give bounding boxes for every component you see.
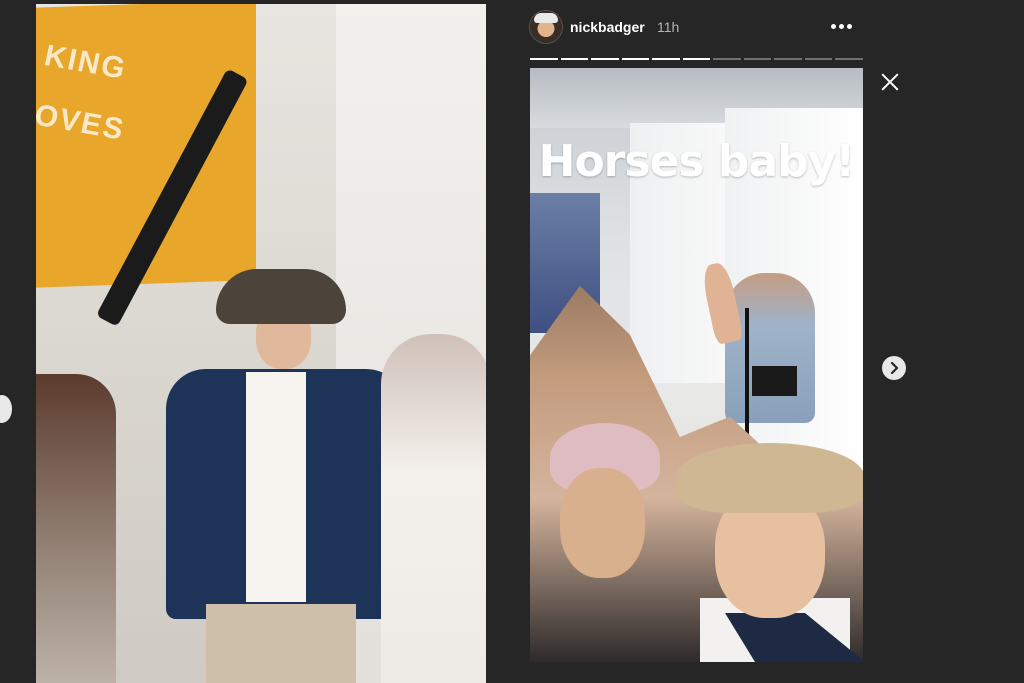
- close-icon[interactable]: [878, 70, 902, 94]
- progress-segment: [804, 58, 833, 60]
- chevron-left-icon[interactable]: [0, 395, 12, 423]
- sign-text-line1: KING: [41, 38, 130, 86]
- white-shirt: [246, 372, 306, 602]
- pants: [206, 604, 356, 683]
- story-caption: Horses baby!: [538, 136, 856, 187]
- tan-hat: [675, 443, 863, 513]
- progress-segment: [652, 58, 680, 60]
- progress-segment: [530, 58, 558, 60]
- progress-segment: [591, 58, 619, 60]
- brown-hat: [216, 269, 346, 324]
- progress-segment: [682, 58, 711, 60]
- previous-story[interactable]: KING OVES: [36, 4, 486, 683]
- profile-avatar[interactable]: [530, 11, 562, 43]
- progress-segment: [743, 58, 772, 60]
- story-viewer: KING OVES nickbadger 11h Horses baby!: [0, 0, 1024, 683]
- progress-segment: [713, 58, 741, 60]
- progress-segment: [560, 58, 589, 60]
- timestamp: 11h: [657, 19, 680, 35]
- dot: [839, 24, 844, 29]
- more-options-icon[interactable]: [829, 17, 855, 35]
- avatar-hat: [534, 13, 558, 23]
- woman-face: [560, 468, 645, 578]
- current-story[interactable]: Horses baby!: [530, 68, 863, 662]
- sign-text-line2: OVES: [36, 98, 128, 147]
- person-left: [36, 374, 116, 683]
- story-progress-bar: [530, 58, 864, 60]
- progress-segment: [621, 58, 650, 60]
- guitarist: [725, 273, 815, 423]
- username[interactable]: nickbadger: [570, 19, 645, 35]
- mic-stand: [745, 308, 749, 448]
- progress-segment: [774, 58, 802, 60]
- progress-segment: [835, 58, 864, 60]
- dot: [847, 24, 852, 29]
- chevron-right-glyph: [890, 362, 899, 374]
- person-right: [381, 334, 486, 683]
- chevron-right-icon[interactable]: [882, 356, 906, 380]
- dot: [831, 24, 836, 29]
- amp: [752, 366, 797, 396]
- story-header: nickbadger 11h: [530, 11, 863, 43]
